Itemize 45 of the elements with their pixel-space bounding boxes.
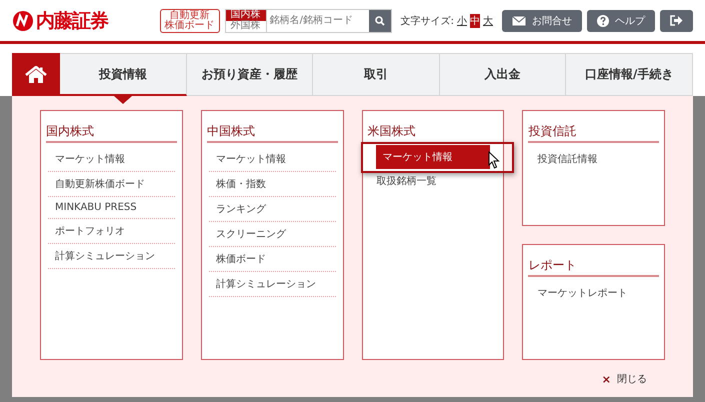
menu-item[interactable]: 株価ボード [208, 247, 336, 272]
text-size-option[interactable]: 中 [470, 14, 480, 28]
help-icon [597, 14, 609, 26]
close-icon: × [602, 372, 611, 386]
menu-item[interactable]: 計算シミュレーション [208, 272, 336, 297]
section-title: レポート [528, 257, 659, 277]
nav-tab[interactable]: 口座情報/手続き [566, 53, 693, 96]
nav-tab[interactable]: お預り資産・履歴 [186, 53, 314, 96]
home-icon [25, 66, 47, 84]
menu-item[interactable]: マーケット情報 [376, 145, 490, 169]
market-toggle[interactable]: 国内株 [226, 10, 266, 20]
menu-item[interactable]: マーケット情報 [208, 147, 336, 172]
logo-text[interactable]: 内藤証券 [36, 8, 108, 34]
menu-item[interactable]: 自動更新株価ボード [48, 172, 175, 197]
menu-item[interactable]: 取扱銘柄一覧 [370, 169, 496, 193]
logout-icon [670, 15, 683, 26]
logout-button[interactable] [660, 10, 693, 32]
text-size-option[interactable]: 大 [483, 14, 493, 28]
close-link[interactable]: × 閉じる [602, 372, 647, 386]
menu-item[interactable]: 株価・指数 [208, 172, 336, 197]
search-icon [374, 16, 385, 26]
logo-icon [12, 10, 34, 32]
section-title: 投資信託 [528, 123, 659, 143]
menu-item[interactable]: MINKABU PRESS [48, 197, 175, 219]
envelope-icon [512, 16, 526, 26]
menu-item[interactable]: ポートフォリオ [48, 219, 175, 244]
cursor-icon [488, 151, 500, 169]
menu-item[interactable]: 計算シミュレーション [48, 244, 175, 269]
text-size-label: 文字サイズ: [400, 14, 454, 28]
nav-tab[interactable]: 入出金 [440, 53, 566, 96]
nav-tab[interactable]: 取引 [313, 53, 440, 96]
menu-item[interactable]: 投資信託情報 [530, 147, 657, 171]
section-title: 国内株式 [46, 123, 177, 143]
home-tab[interactable] [12, 53, 60, 96]
contact-button[interactable]: お問合せ [502, 10, 582, 32]
menu-item[interactable]: スクリーニング [208, 222, 336, 247]
section-title: 米国株式 [368, 123, 416, 140]
search-button[interactable] [368, 10, 391, 32]
section-title: 中国株式 [206, 123, 338, 143]
text-size-option[interactable]: 小 [457, 14, 467, 28]
stock-board-button[interactable]: 自動更新 株価ボード [160, 8, 220, 32]
menu-item[interactable]: マーケットレポート [530, 281, 657, 305]
help-button[interactable]: ヘルプ [587, 10, 655, 32]
menu-item[interactable]: マーケット情報 [48, 147, 175, 172]
menu-item[interactable]: ランキング [208, 197, 336, 222]
